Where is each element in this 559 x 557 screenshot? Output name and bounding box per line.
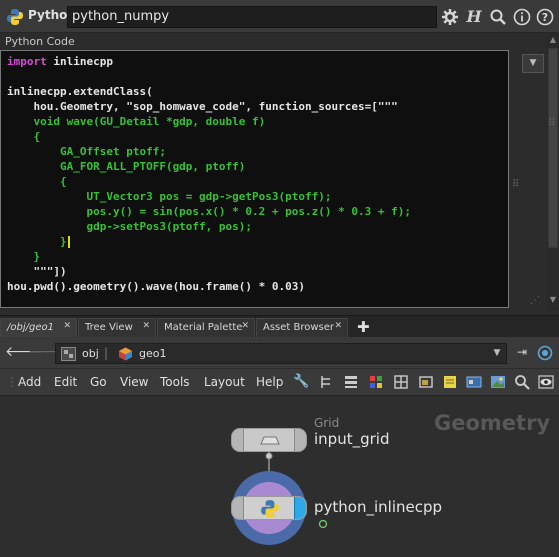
- path-dropdown-icon[interactable]: ▼: [491, 346, 503, 361]
- code-scrollbar[interactable]: ▲ ⠿ ▼: [547, 33, 559, 311]
- scroll-grip-icon: ⠿: [548, 118, 556, 129]
- help-h-icon[interactable]: H: [465, 8, 483, 26]
- menu-help[interactable]: Help: [256, 375, 283, 389]
- close-icon[interactable]: ✕: [63, 321, 71, 331]
- list-icon[interactable]: [343, 374, 359, 390]
- cpp-code-line: {: [7, 130, 41, 143]
- cpp-code-line: pos.y() = sin(pos.x() * 0.2 + pos.z() * …: [7, 205, 411, 218]
- tab-asset-browser[interactable]: Asset Browser ✕: [256, 318, 348, 338]
- geo-icon: [119, 347, 132, 361]
- pane-tabs: /obj/geo1 ✕ Tree View ✕ Material Palette…: [0, 315, 559, 338]
- cpp-code-line: void wave(GU_Detail *gdp, double f): [7, 115, 266, 128]
- network-menu-bar: ⋮ Add Edit Go View Tools Layout Help 🔧: [0, 369, 559, 396]
- python-icon: [7, 9, 23, 25]
- eye-icon[interactable]: [538, 374, 554, 390]
- obj-icon: [61, 347, 76, 361]
- wrench-icon[interactable]: 🔧: [293, 374, 309, 390]
- python-code-label: Python Code: [5, 35, 75, 48]
- resize-grip-icon[interactable]: ⠿: [512, 180, 522, 190]
- path-bar: 🡐 🡒 obj | geo1 ▼ ⇥: [0, 337, 559, 369]
- context-label: Geometry: [434, 411, 551, 435]
- scroll-down-icon[interactable]: ▼: [547, 295, 559, 305]
- tab-label: Asset Browser: [263, 322, 335, 333]
- cpp-code-line: UT_Vector3 pos = gdp->getPos3(ptoff);: [7, 190, 332, 203]
- cpp-code-line: GA_FOR_ALL_PTOFF(gdp, ptoff): [7, 160, 246, 173]
- tab-material-palette[interactable]: Material Palette ✕: [157, 318, 255, 338]
- close-icon[interactable]: ✕: [334, 321, 342, 331]
- close-icon[interactable]: ✕: [142, 321, 150, 331]
- parameter-header: Python python_numpy H ?: [0, 0, 559, 33]
- tab-obj-geo1[interactable]: /obj/geo1 ✕: [0, 318, 77, 338]
- search-icon[interactable]: [489, 8, 507, 26]
- code-line: hou.Geometry, "sop_homwave_code", functi…: [7, 100, 398, 113]
- code-line: import inlinecpp: [7, 55, 113, 68]
- menu-go[interactable]: Go: [90, 375, 107, 389]
- pin-icon[interactable]: ⇥: [514, 344, 530, 360]
- gear-icon[interactable]: [441, 8, 459, 26]
- sticky-note-icon[interactable]: [442, 374, 458, 390]
- grid-icon[interactable]: [393, 374, 409, 390]
- node-input-grid[interactable]: [231, 428, 307, 452]
- node-type-grid: Grid: [314, 416, 340, 430]
- python-code-editor[interactable]: import inlinecpp inlinecpp.extendClass( …: [0, 50, 509, 308]
- link-status-icon[interactable]: [537, 345, 553, 361]
- cpp-code-line: GA_Offset ptoff;: [7, 145, 166, 158]
- add-tab-icon[interactable]: ✚: [357, 318, 370, 336]
- zoom-icon[interactable]: [514, 374, 530, 390]
- path-separator: |: [104, 346, 109, 360]
- code-menu-dropdown[interactable]: ▼: [522, 54, 544, 73]
- path-field[interactable]: obj | geo1 ▼: [55, 343, 507, 364]
- display-flag[interactable]: [294, 429, 306, 451]
- menu-view[interactable]: View: [120, 375, 148, 389]
- bypass-flag[interactable]: [232, 497, 244, 519]
- forward-arrow-icon[interactable]: 🡒: [28, 344, 66, 360]
- tab-label: Material Palette: [164, 322, 243, 333]
- menu-layout[interactable]: Layout: [204, 375, 245, 389]
- info-icon[interactable]: [513, 8, 531, 26]
- code-line: inlinecpp.extendClass(: [7, 85, 153, 98]
- node-name-input-grid[interactable]: input_grid: [314, 430, 389, 448]
- bypass-flag[interactable]: [232, 429, 244, 451]
- tab-label: Tree View: [85, 322, 133, 333]
- path-segment-obj[interactable]: obj: [82, 347, 99, 360]
- cpp-code-line: }: [7, 235, 67, 248]
- menu-edit[interactable]: Edit: [54, 375, 77, 389]
- help-icon[interactable]: ?: [536, 8, 554, 26]
- text-cursor: [67, 236, 70, 248]
- tree-layout-icon[interactable]: [318, 374, 334, 390]
- node-python-inlinecpp[interactable]: [231, 496, 307, 520]
- network-editor[interactable]: Geometry Grid input_grid python_inlinecp…: [0, 397, 559, 557]
- keyword-import: import: [7, 55, 47, 68]
- code-line: """]): [7, 265, 67, 278]
- menu-add[interactable]: Add: [18, 375, 41, 389]
- menu-tools[interactable]: Tools: [160, 375, 190, 389]
- cpp-code-line: }: [7, 250, 41, 263]
- path-segment-geo1[interactable]: geo1: [139, 347, 166, 360]
- back-arrow-icon[interactable]: 🡐: [5, 344, 43, 360]
- scrollbar-thumb[interactable]: [548, 48, 558, 248]
- python-node-icon: [261, 500, 279, 518]
- node-status-ring-icon: [318, 519, 328, 529]
- photo-icon[interactable]: [490, 374, 506, 390]
- cpp-code-line: gdp->setPos3(ptoff, pos);: [7, 220, 253, 233]
- grid-node-icon: [260, 436, 280, 445]
- image-background-icon[interactable]: [418, 374, 434, 390]
- tab-tree-view[interactable]: Tree View ✕: [78, 318, 156, 338]
- close-icon[interactable]: ✕: [241, 321, 249, 331]
- network-box-icon[interactable]: [466, 374, 482, 390]
- scroll-up-icon[interactable]: ▲: [547, 35, 559, 45]
- resize-corner-icon[interactable]: ⋰: [530, 296, 540, 306]
- grip-icon: ⋮: [6, 375, 18, 389]
- svg-text:?: ?: [542, 11, 548, 24]
- color-palette-icon[interactable]: [368, 374, 384, 390]
- tab-label: /obj/geo1: [7, 322, 54, 333]
- node-name-python-inlinecpp[interactable]: python_inlinecpp: [314, 498, 442, 516]
- code-line: hou.pwd().geometry().wave(hou.frame() * …: [7, 280, 306, 293]
- node-name-field[interactable]: python_numpy: [67, 6, 437, 28]
- cpp-code-line: {: [7, 175, 67, 188]
- display-flag-active[interactable]: [294, 497, 306, 519]
